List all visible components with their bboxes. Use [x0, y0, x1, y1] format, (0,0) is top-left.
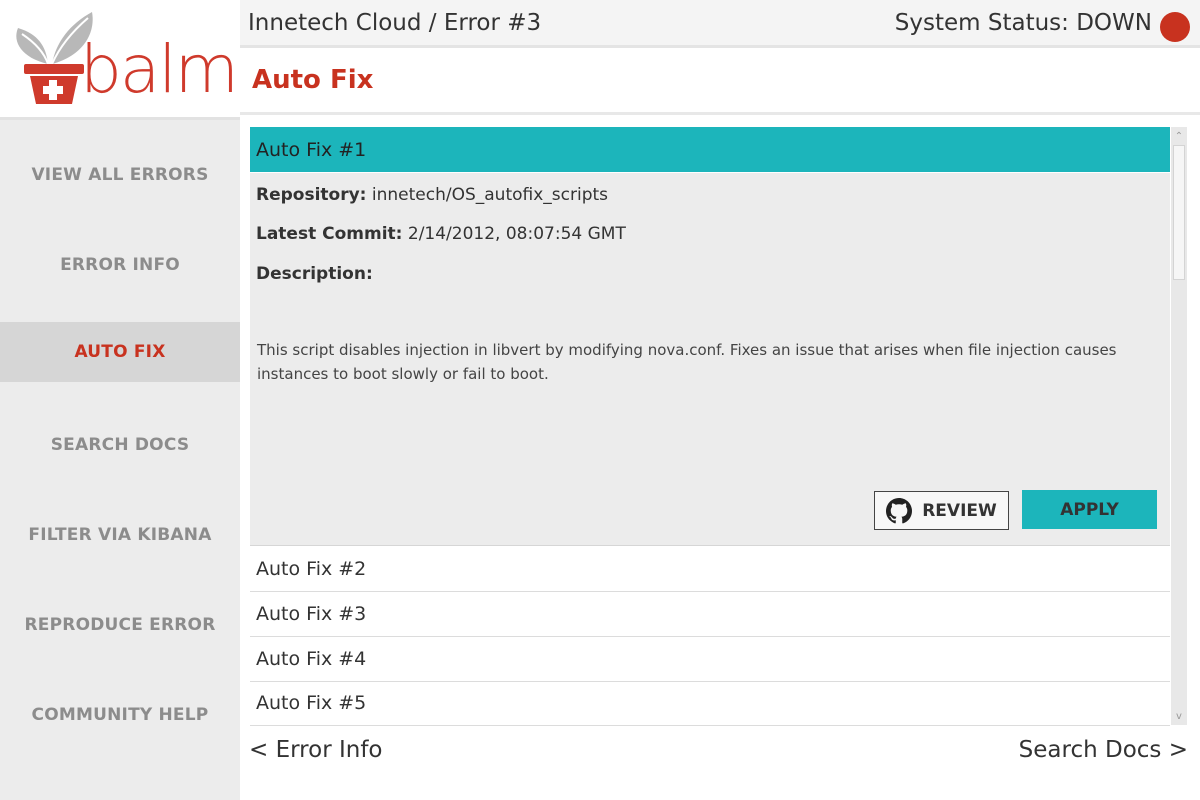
top-bar: Innetech Cloud / Error #3 System Status:…	[240, 0, 1200, 48]
previous-page-link[interactable]: < Error Info	[249, 737, 383, 763]
fix-header-4[interactable]: Auto Fix #4	[250, 637, 1170, 682]
system-status-label: System Status: DOWN	[894, 10, 1152, 36]
breadcrumb: Innetech Cloud / Error #3	[248, 10, 542, 36]
apply-button[interactable]: APPLY	[1022, 490, 1157, 529]
description-label: Description:	[256, 264, 373, 284]
scroll-down-icon[interactable]: v	[1171, 709, 1187, 723]
scrollbar-thumb[interactable]	[1173, 145, 1185, 280]
status-indicator-icon	[1160, 12, 1190, 42]
sidebar: balm VIEW ALL ERRORS ERROR INFO AUTO FIX…	[0, 0, 240, 800]
sidebar-item-auto-fix[interactable]: AUTO FIX	[0, 322, 240, 382]
logo-wordmark: balm	[80, 31, 239, 108]
commit-row: Latest Commit: 2/14/2012, 08:07:54 GMT	[256, 224, 626, 244]
repository-row: Repository: innetech/OS_autofix_scripts	[256, 185, 608, 205]
sidebar-item-community-help[interactable]: COMMUNITY HELP	[0, 685, 240, 745]
logo[interactable]: balm	[0, 0, 240, 118]
review-button-label: REVIEW	[922, 500, 997, 521]
page-title: Auto Fix	[252, 65, 374, 95]
fix-header-2[interactable]: Auto Fix #2	[250, 547, 1170, 592]
sidebar-item-reproduce-error[interactable]: REPRODUCE ERROR	[0, 595, 240, 655]
sidebar-item-filter-via-kibana[interactable]: FILTER VIA KIBANA	[0, 505, 240, 565]
auto-fix-list: Auto Fix #1 Repository: innetech/OS_auto…	[250, 127, 1170, 726]
fix-header-1[interactable]: Auto Fix #1	[250, 127, 1170, 172]
description-text: This script disables injection in libver…	[257, 341, 1117, 383]
fix-header-5[interactable]: Auto Fix #5	[250, 681, 1170, 726]
scrollbar[interactable]: ⌃ v	[1171, 127, 1187, 725]
sidebar-item-search-docs[interactable]: SEARCH DOCS	[0, 415, 240, 475]
sidebar-item-view-all-errors[interactable]: VIEW ALL ERRORS	[0, 145, 240, 205]
next-page-link[interactable]: Search Docs >	[1019, 737, 1188, 763]
github-icon	[886, 497, 913, 523]
sidebar-item-error-info[interactable]: ERROR INFO	[0, 235, 240, 295]
review-button[interactable]: REVIEW	[874, 491, 1009, 530]
commit-label: Latest Commit:	[256, 224, 403, 244]
title-bar: Auto Fix	[240, 51, 1200, 115]
repository-value: innetech/OS_autofix_scripts	[371, 185, 609, 205]
repository-label: Repository:	[256, 185, 367, 205]
fix-header-3[interactable]: Auto Fix #3	[250, 592, 1170, 637]
scroll-up-icon[interactable]: ⌃	[1171, 129, 1187, 143]
divider	[0, 117, 240, 120]
description-row: Description:	[256, 264, 373, 284]
commit-value: 2/14/2012, 08:07:54 GMT	[407, 224, 626, 244]
